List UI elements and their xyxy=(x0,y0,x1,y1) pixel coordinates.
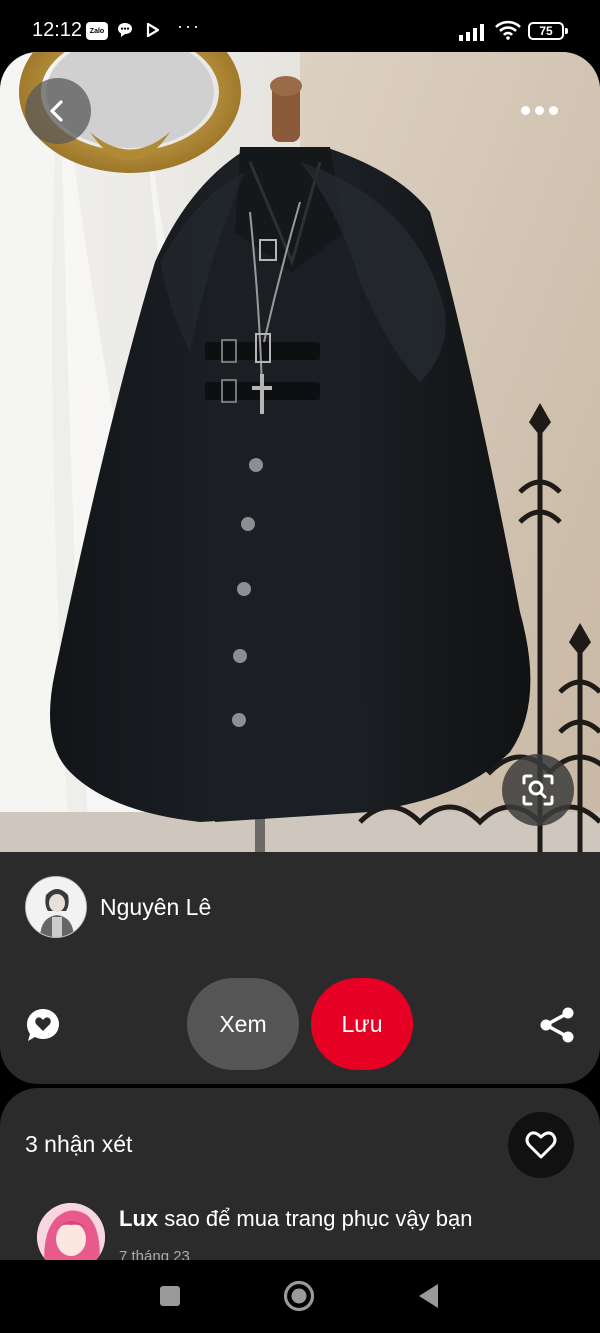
react-button[interactable] xyxy=(508,1112,574,1178)
commenter-avatar-image xyxy=(37,1203,105,1268)
comment-button[interactable] xyxy=(24,1006,62,1044)
author-avatar[interactable] xyxy=(25,876,87,938)
comment-text: Lux sao để mua trang phục vậy bạn xyxy=(119,1206,472,1232)
system-back-button[interactable] xyxy=(411,1278,447,1314)
comment-body: sao để mua trang phục vậy bạn xyxy=(164,1206,473,1231)
notification-more-icon: ··· xyxy=(177,15,201,36)
back-button[interactable] xyxy=(25,78,91,144)
commenter-avatar[interactable] xyxy=(37,1203,105,1268)
save-button[interactable]: Lưu xyxy=(311,978,413,1070)
back-icon xyxy=(419,1284,438,1308)
more-options-button[interactable] xyxy=(512,92,566,128)
comments-section: 3 nhận xét Lux sao để mua trang phục vậy… xyxy=(0,1088,600,1268)
chevron-left-icon xyxy=(50,100,63,122)
comments-count: 3 nhận xét xyxy=(25,1131,133,1157)
share-icon xyxy=(540,1007,574,1043)
wifi-icon xyxy=(494,20,522,40)
pin-image[interactable] xyxy=(0,52,600,852)
author-name[interactable]: Nguyên Lê xyxy=(100,894,211,921)
play-icon xyxy=(146,20,160,40)
share-button[interactable] xyxy=(538,1006,576,1044)
home-icon xyxy=(283,1280,315,1312)
dot-icon xyxy=(548,105,558,115)
dot-icon xyxy=(534,105,544,115)
home-button[interactable] xyxy=(281,1278,317,1314)
system-nav-bar xyxy=(0,1260,600,1333)
recents-button[interactable] xyxy=(152,1278,188,1314)
chat-bubble-icon xyxy=(116,20,134,40)
heart-icon xyxy=(525,1131,557,1159)
status-time: 12:12 xyxy=(32,19,83,41)
comment-heart-icon xyxy=(27,1009,59,1041)
recents-icon xyxy=(160,1286,180,1306)
dress-photo xyxy=(0,52,600,852)
signal-icon xyxy=(458,22,488,42)
avatar-image xyxy=(26,877,86,937)
battery-icon: 75 xyxy=(528,22,568,40)
zalo-icon: Zalo xyxy=(86,22,108,40)
pin-details-card: Nguyên Lê Xem Lưu xyxy=(0,852,600,1084)
view-button[interactable]: Xem xyxy=(187,978,299,1070)
dot-icon xyxy=(520,105,530,115)
lens-search-icon xyxy=(522,774,554,806)
comment-username[interactable]: Lux xyxy=(119,1206,158,1231)
visual-search-button[interactable] xyxy=(502,754,574,826)
